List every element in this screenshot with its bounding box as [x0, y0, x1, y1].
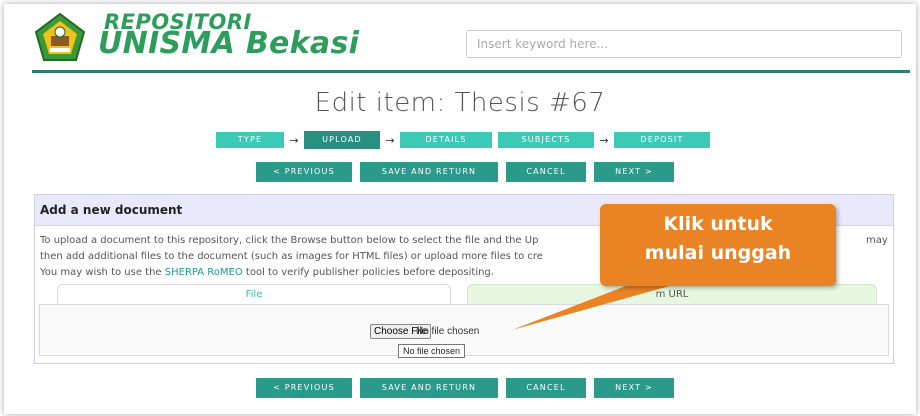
file-tooltip: No file chosen: [398, 344, 466, 358]
callout-text: Klik untuk mulai unggah: [600, 210, 836, 268]
instruction-line-3-pre: You may wish to use the: [40, 267, 165, 278]
instruction-line-1: To upload a document to this repository,…: [40, 235, 539, 246]
workflow-step-deposit[interactable]: DEPOSIT: [614, 132, 710, 148]
instruction-line-1-tail: may: [866, 235, 888, 246]
file-status: No file chosen: [416, 326, 480, 337]
tab-file[interactable]: File: [57, 284, 451, 305]
previous-button[interactable]: < PREVIOUS: [256, 378, 352, 398]
sherpa-romeo-link[interactable]: SHERPA RoMEO: [165, 267, 243, 278]
callout-box: Klik untuk mulai unggah: [600, 204, 836, 286]
next-button[interactable]: NEXT >: [594, 162, 674, 182]
callout-line-1: Klik untuk: [663, 213, 773, 235]
save-and-return-button[interactable]: SAVE AND RETURN: [360, 378, 498, 398]
instruction-line-3-post: tool to verify publisher policies before…: [242, 267, 494, 278]
header-divider: [32, 70, 910, 73]
nav-buttons-top: < PREVIOUS SAVE AND RETURN CANCEL NEXT >: [256, 162, 674, 182]
nav-buttons-bottom: < PREVIOUS SAVE AND RETURN CANCEL NEXT >: [256, 378, 674, 398]
unisma-logo: [34, 12, 86, 61]
save-and-return-button[interactable]: SAVE AND RETURN: [360, 162, 498, 182]
page-title: Edit item: Thesis #67: [314, 88, 606, 118]
cancel-button[interactable]: CANCEL: [506, 162, 586, 182]
workflow-step-subjects[interactable]: SUBJECTS: [498, 132, 594, 148]
next-button[interactable]: NEXT >: [594, 378, 674, 398]
arrow-right-icon: →: [289, 133, 299, 147]
previous-button[interactable]: < PREVIOUS: [256, 162, 352, 182]
workflow-step-details[interactable]: DETAILS: [400, 132, 492, 148]
callout-line-2: mulai unggah: [644, 242, 792, 264]
brand-title-line2: UNISMA Bekasi: [98, 26, 360, 61]
search-input[interactable]: [466, 30, 902, 58]
workflow-step-upload[interactable]: UPLOAD: [304, 131, 380, 149]
workflow-steps: TYPE → UPLOAD → DETAILS SUBJECTS → DEPOS…: [216, 131, 710, 149]
cancel-button[interactable]: CANCEL: [506, 378, 586, 398]
tab-from-url[interactable]: m URL: [467, 284, 877, 306]
arrow-right-icon: →: [385, 133, 395, 147]
workflow-step-type[interactable]: TYPE: [216, 132, 284, 148]
arrow-right-icon: →: [599, 133, 609, 147]
